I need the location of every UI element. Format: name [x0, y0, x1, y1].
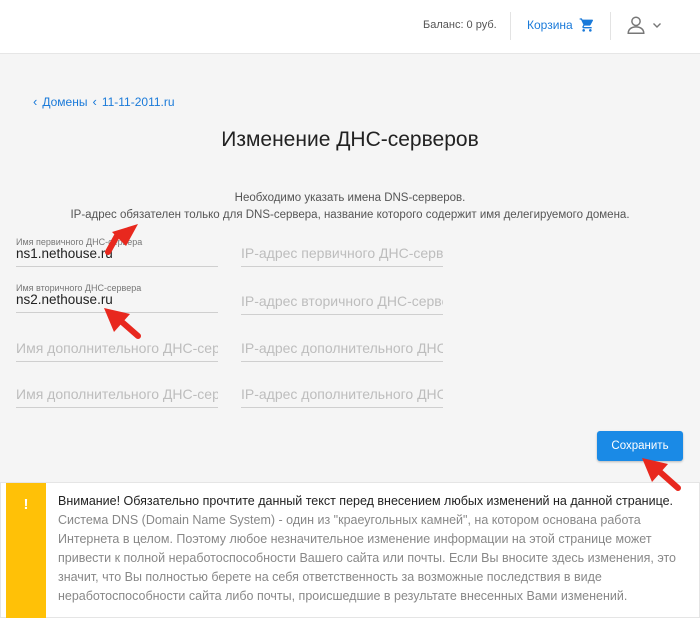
user-icon: [627, 16, 645, 34]
chevron-left-icon: ‹: [33, 94, 38, 109]
extra-dns-1-ip-field[interactable]: IP-адрес дополнительного ДНС-сервера: [241, 332, 443, 362]
primary-dns-value: ns1.nethouse.ru: [16, 246, 113, 261]
user-menu[interactable]: [625, 14, 662, 36]
chevron-down-icon: [653, 23, 661, 28]
warning-title: Внимание! Обязательно прочтите данный те…: [58, 494, 674, 508]
cart-icon: [579, 18, 593, 32]
chevron-left-icon: ‹: [92, 94, 97, 109]
secondary-dns-ip-placeholder: IP-адрес вторичного ДНС-сервера: [241, 293, 443, 309]
primary-dns-name-field[interactable]: Имя первичного ДНС-сервера ns1.nethouse.…: [16, 237, 218, 267]
warning-icon: !: [6, 483, 46, 618]
extra-dns-2-name-field[interactable]: Имя дополнительного ДНС-сервера: [16, 378, 218, 408]
extra-dns-2-name-placeholder: Имя дополнительного ДНС-сервера: [16, 386, 218, 402]
extra-dns-2-ip-field[interactable]: IP-адрес дополнительного ДНС-сервера: [241, 378, 443, 408]
extra-dns-1-name-field[interactable]: Имя дополнительного ДНС-сервера: [16, 332, 218, 362]
info-text: Необходимо указать имена DNS-серверов. I…: [0, 190, 700, 224]
info-line-2: IP-адрес обязателен только для DNS-серве…: [70, 209, 630, 221]
extra-dns-1-ip-placeholder: IP-адрес дополнительного ДНС-сервера: [241, 340, 443, 356]
secondary-dns-name-field[interactable]: Имя вторичного ДНС-сервера ns2.nethouse.…: [16, 283, 218, 313]
breadcrumb-domain[interactable]: 11-11-2011.ru: [102, 95, 175, 109]
cart-label: Корзина: [527, 18, 573, 32]
top-header: Баланс: 0 руб. Корзина: [0, 0, 700, 54]
header-divider: [510, 12, 511, 40]
balance-text: Баланс: 0 руб.: [423, 19, 497, 31]
warning-box: ! Внимание! Обязательно прочтите данный …: [0, 482, 700, 618]
save-button[interactable]: Сохранить: [597, 431, 683, 461]
extra-dns-1-name-placeholder: Имя дополнительного ДНС-сервера: [16, 340, 218, 356]
header-divider: [610, 12, 611, 40]
primary-dns-ip-placeholder: IP-адрес первичного ДНС-сервера: [241, 245, 443, 261]
info-line-1: Необходимо указать имена DNS-серверов.: [234, 192, 466, 204]
primary-dns-ip-field[interactable]: IP-адрес первичного ДНС-сервера: [241, 237, 443, 267]
extra-dns-2-ip-placeholder: IP-адрес дополнительного ДНС-сервера: [241, 386, 443, 402]
breadcrumb: ‹ Домены ‹ 11-11-2011.ru: [33, 94, 175, 109]
breadcrumb-domains[interactable]: Домены: [42, 95, 87, 109]
warning-body: Система DNS (Domain Name System) - один …: [58, 513, 677, 603]
cart-link[interactable]: Корзина: [527, 17, 595, 33]
secondary-dns-value: ns2.nethouse.ru: [16, 292, 113, 307]
warning-text: Внимание! Обязательно прочтите данный те…: [58, 492, 693, 606]
secondary-dns-ip-field[interactable]: IP-адрес вторичного ДНС-сервера: [241, 285, 443, 315]
page-title: Изменение ДНС-серверов: [221, 128, 479, 151]
